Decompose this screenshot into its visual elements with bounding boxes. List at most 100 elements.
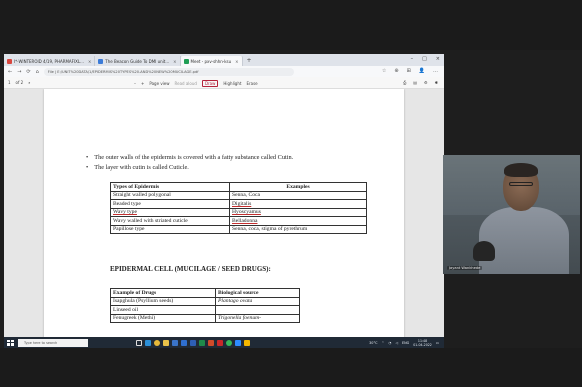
table-row: Beaded type Digitalis (110, 199, 367, 209)
favorite-star-icon[interactable]: ☆ (382, 68, 386, 74)
tray-arrow-icon[interactable]: ⌃ (382, 341, 385, 345)
table-row: Papillose type Senna, coca, stigma of py… (110, 224, 367, 234)
excel-icon[interactable] (199, 339, 205, 346)
notification-icon[interactable]: ▭ (436, 341, 439, 345)
mail-icon[interactable] (181, 339, 187, 346)
draw-button[interactable]: Draw (201, 80, 219, 87)
forward-icon[interactable]: → (17, 69, 21, 75)
search-icon[interactable]: ⌕ (28, 80, 30, 85)
new-tab-button[interactable]: + (247, 57, 252, 64)
microphone-image (473, 241, 495, 261)
tab-label: Meet - pxv-shhn-ksu (190, 58, 232, 64)
save-icon[interactable]: ▤ (413, 80, 417, 85)
powerpoint-icon[interactable] (208, 339, 214, 346)
bullet-item: The layer with cutin is called Cuticle. (86, 163, 293, 173)
close-window-button[interactable]: × (436, 56, 440, 62)
pin-icon[interactable]: ✱ (435, 80, 438, 85)
system-tray: 30°C ⌃ ◔ ◁ ENG 11:48 01-04-2022 ▭ (369, 339, 439, 347)
table-cell: Beaded type (110, 199, 230, 209)
tab-label: The Beacon Guide To DMI unit... (105, 58, 170, 64)
table-cell: Plantago ovata (215, 296, 300, 306)
minimize-button[interactable]: – (411, 56, 414, 62)
back-icon[interactable]: ← (8, 69, 12, 75)
meet-favicon-icon (183, 58, 189, 64)
file-explorer-icon[interactable] (163, 339, 169, 346)
table-cell: Linseed oil (110, 305, 216, 315)
table-cell: Wavy walled with striated cuticle (110, 216, 230, 226)
clock-date: 01-04-2022 (413, 343, 432, 347)
word-icon[interactable] (190, 339, 196, 346)
bullet-list: The outer walls of the epidermis is cove… (86, 153, 293, 173)
store-icon[interactable] (172, 339, 178, 346)
print-icon[interactable]: ⎙ (403, 80, 406, 85)
browser-tab[interactable]: The Beacon Guide To DMI unit... × (95, 56, 181, 66)
pdf-tools: – + Page view Read aloud Draw Highlight … (134, 80, 258, 87)
bottom-frame (0, 348, 582, 387)
shared-screen: I*-WINTEROID 4/19, PHARMAFIXL... × The B… (4, 54, 444, 348)
profile-icon[interactable]: 👤 (419, 68, 425, 74)
taskbar-search-input[interactable]: Type here to search (18, 338, 88, 347)
more-menu-icon[interactable]: … (433, 68, 438, 74)
volume-icon[interactable]: ◁ (395, 341, 398, 345)
maximize-button[interactable]: □ (422, 56, 427, 62)
settings-icon[interactable]: ⚙ (424, 80, 428, 85)
table-cell: Belladonna (229, 216, 367, 226)
read-aloud-button[interactable]: Read aloud (175, 81, 197, 86)
language-indicator[interactable]: ENG (402, 341, 409, 345)
browser-tab[interactable]: I*-WINTEROID 4/19, PHARMAFIXL... × (4, 56, 96, 66)
edge-browser-icon[interactable] (145, 339, 151, 346)
pdf-favicon-icon (7, 58, 12, 64)
table-cell: Fenugreek (Methi) (110, 313, 216, 323)
zoom-out-button[interactable]: – (134, 81, 136, 86)
url-field[interactable]: File | E:/UNIT%20DATA/1/EPIDERMIS%20TYPE… (43, 67, 294, 76)
chrome-icon[interactable] (154, 339, 160, 346)
meet-icon[interactable] (244, 339, 250, 346)
address-bar-actions: ☆ ⊕ ⊞ 👤 … (382, 68, 438, 74)
table-row: Wavy type Hyoscyamus (110, 207, 367, 217)
participant-video-tile[interactable]: Jayant Wankhede (443, 155, 580, 274)
table-cell: Isapghula (Psyllium seeds) (110, 296, 216, 306)
page-view-button[interactable]: Page view (149, 81, 169, 86)
task-view-icon[interactable] (136, 339, 142, 346)
zoom-icon[interactable] (235, 339, 241, 346)
participant-glasses (509, 182, 533, 186)
pdf-page: The outer walls of the epidermis is cove… (44, 89, 404, 348)
reload-icon[interactable]: ⟳ (26, 69, 30, 75)
participant-name-label: Jayant Wankhede (447, 266, 483, 270)
windows-start-icon[interactable] (6, 339, 15, 347)
page-favicon-icon (98, 58, 104, 64)
page-number-input[interactable]: 1 (8, 80, 11, 85)
page-total: of 2 (15, 80, 24, 85)
whatsapp-icon[interactable] (226, 339, 232, 346)
pdf-viewer[interactable]: The outer walls of the epidermis is cove… (4, 89, 444, 348)
table-header-row: Example of Drugs Biological source (110, 288, 300, 298)
network-icon[interactable]: ◔ (388, 341, 391, 345)
table-row: Isapghula (Psyllium seeds) Plantago ovat… (110, 296, 300, 306)
table-header-cell: Biological source (215, 288, 300, 298)
close-tab-icon[interactable]: × (173, 59, 176, 64)
browser-tab-active[interactable]: Meet - pxv-shhn-ksu × (180, 56, 243, 66)
table-row: Fenugreek (Methi) Trigonella foenum- (110, 313, 300, 323)
erase-button[interactable]: Erase (246, 81, 257, 86)
acrobat-icon[interactable] (217, 339, 223, 346)
page-navigation: 1 of 2 ⌕ (8, 80, 30, 85)
zoom-in-button[interactable]: + (141, 81, 144, 86)
close-tab-icon[interactable]: × (88, 59, 91, 64)
extensions-icon[interactable]: ⊕ (394, 68, 398, 74)
highlight-button[interactable]: Highlight (223, 81, 241, 86)
collections-icon[interactable]: ⊞ (407, 68, 411, 74)
pdf-toolbar-right: ⎙ ▤ ⚙ ✱ (403, 80, 438, 85)
clock[interactable]: 11:48 01-04-2022 (413, 339, 432, 347)
table-cell: Wavy type (110, 207, 230, 217)
close-tab-icon[interactable]: × (235, 59, 238, 64)
weather-text[interactable]: 30°C (369, 341, 377, 345)
section-heading: EPIDERMAL CELL (MUCILAGE / SEED DRUGS): (110, 265, 271, 273)
table-header-cell: Types of Epidermis (110, 182, 230, 192)
mucilage-drugs-table: Example of Drugs Biological source Isapg… (110, 288, 300, 323)
top-frame (0, 0, 582, 50)
table-cell: Straight walled polygonal (110, 190, 230, 200)
participant-hair (504, 163, 538, 177)
home-icon[interactable]: ⌂ (36, 69, 39, 75)
bullet-item: The outer walls of the epidermis is cove… (86, 153, 293, 163)
table-row: Wavy walled with striated cuticle Bellad… (110, 216, 367, 226)
